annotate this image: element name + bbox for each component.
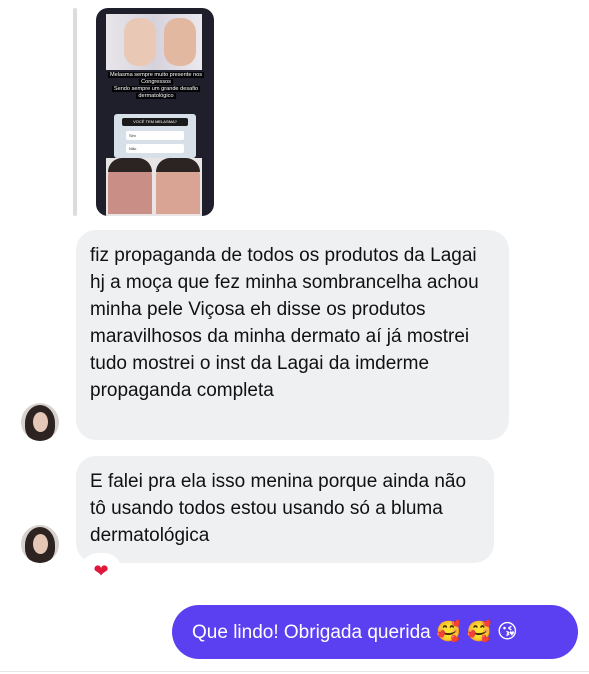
heart-reaction-icon[interactable]: ❤ bbox=[80, 553, 122, 589]
poll-option-yes: Sim bbox=[126, 131, 184, 140]
message-text: fiz propaganda de todos os produtos da L… bbox=[90, 245, 479, 401]
composer-divider bbox=[0, 671, 589, 672]
message-text: Que lindo! Obrigada querida bbox=[192, 622, 431, 643]
incoming-message-bubble[interactable]: fiz propaganda de todos os produtos da L… bbox=[76, 230, 509, 440]
sender-avatar[interactable] bbox=[21, 403, 59, 441]
poll-question: VOCÊ TEM MELASMA? bbox=[122, 118, 188, 126]
before-after-photo-bottom bbox=[106, 158, 202, 216]
poll-option-no: Não bbox=[126, 144, 184, 153]
story-caption: Melasma sempre muito presente nos Congre… bbox=[107, 72, 205, 99]
incoming-message-bubble[interactable]: E falei pra ela isso menina porque ainda… bbox=[76, 456, 494, 563]
message-text: E falei pra ela isso menina porque ainda… bbox=[90, 471, 467, 546]
before-after-photo-top bbox=[106, 14, 202, 70]
heart-icon: ❤ bbox=[93, 560, 109, 581]
story-reply-thumbnail[interactable]: Melasma sempre muito presente nos Congre… bbox=[96, 8, 214, 216]
sender-avatar[interactable] bbox=[21, 525, 59, 563]
outgoing-message-bubble[interactable]: Que lindo! Obrigada querida 🥰 🥰 😘 bbox=[172, 605, 578, 659]
smiling-face-with-hearts-icon: 🥰 🥰 😘 bbox=[436, 621, 518, 643]
reply-indicator-bar bbox=[73, 8, 77, 216]
